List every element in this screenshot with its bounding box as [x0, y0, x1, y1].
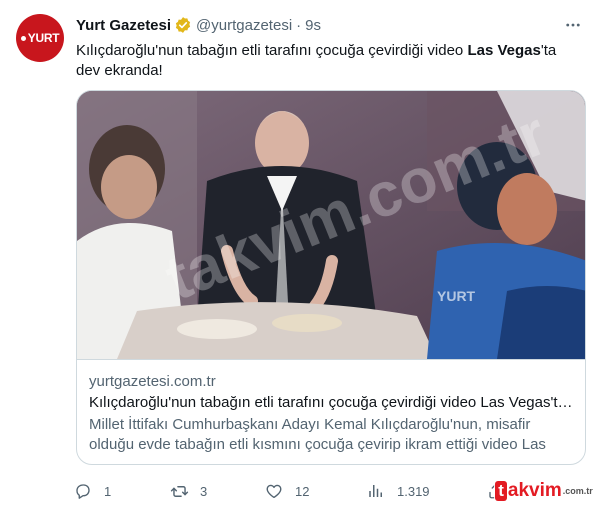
link-card-image[interactable]: YURT takvim.com.tr [77, 91, 585, 359]
tweet-text-part1: Kılıçdaroğlu'nun tabağın etli tarafını ç… [76, 42, 468, 59]
retweet-count: 3 [200, 483, 208, 499]
takvim-watermark: t akvim .com.tr [494, 479, 594, 503]
views-button[interactable]: 1.319 [361, 476, 430, 506]
link-card-info[interactable]: yurtgazetesi.com.tr Kılıçdaroğlu'nun tab… [77, 359, 585, 464]
watermark-rest: akvim [507, 480, 562, 501]
yurt-logo: YURT [20, 32, 60, 44]
svg-text:YURT: YURT [437, 288, 476, 304]
tweet[interactable]: YURT Yurt Gazetesi @yurtgazetesi · 9s Kı… [0, 0, 600, 507]
retweet-icon [164, 476, 194, 506]
views-icon [361, 476, 391, 506]
like-button[interactable]: 12 [259, 476, 309, 506]
views-count: 1.319 [397, 483, 430, 499]
reply-button[interactable]: 1 [68, 476, 111, 506]
watermark-suffix: .com.tr [562, 486, 593, 496]
verified-badge-icon[interactable] [174, 16, 192, 34]
tweet-header: Yurt Gazetesi @yurtgazetesi · 9s [76, 14, 584, 36]
reply-icon [68, 476, 98, 506]
retweet-button[interactable]: 3 [164, 476, 207, 506]
link-card[interactable]: YURT takvim.com.tr yurtgazetesi.com.tr K… [76, 90, 586, 465]
header-separator: · [296, 16, 302, 34]
account-name[interactable]: Yurt Gazetesi [76, 17, 171, 34]
card-domain: yurtgazetesi.com.tr [89, 373, 216, 390]
tweet-text: Kılıçdaroğlu'nun tabağın etli tarafını ç… [76, 41, 576, 81]
like-count: 12 [295, 483, 310, 499]
reply-count: 1 [104, 483, 112, 499]
tweet-text-bold: Las Vegas [467, 42, 541, 59]
account-handle[interactable]: @yurtgazetesi [196, 17, 292, 34]
card-title: Kılıçdaroğlu'nun tabağın etli tarafını ç… [89, 394, 575, 411]
watermark-first-letter: t [495, 481, 507, 501]
avatar[interactable]: YURT [16, 14, 64, 62]
card-description: Millet İttifakı Cumhurbaşkanı Adayı Kema… [89, 416, 546, 453]
tweet-timestamp[interactable]: 9s [305, 17, 321, 34]
more-icon[interactable] [562, 14, 584, 36]
like-icon [259, 476, 289, 506]
